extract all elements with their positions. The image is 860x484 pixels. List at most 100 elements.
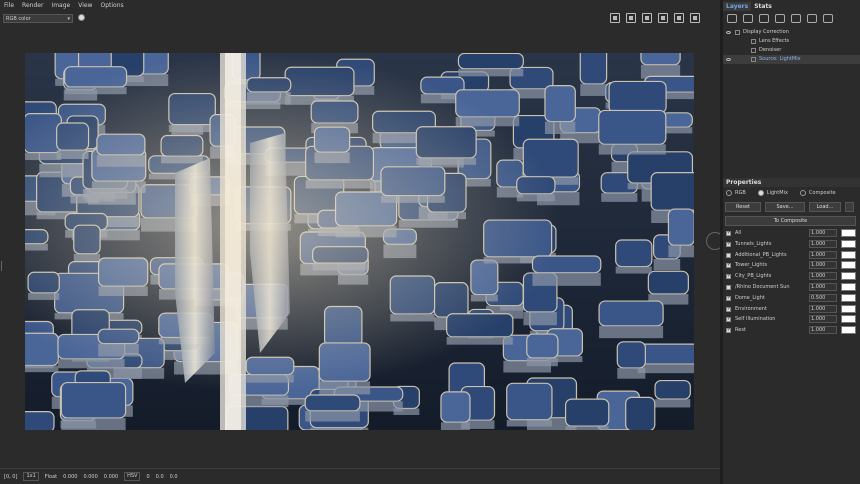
light-row[interactable]: Additional_PB_Lights 1.000: [723, 250, 860, 261]
toolbar: RGB color ▾: [0, 11, 720, 31]
light-color-swatch[interactable]: [841, 326, 856, 335]
light-checkbox[interactable]: [726, 306, 731, 312]
zoom-select[interactable]: 1x1: [23, 472, 39, 481]
light-checkbox[interactable]: [726, 327, 731, 334]
color-mode-select[interactable]: HSV: [124, 472, 141, 481]
light-color-swatch[interactable]: [841, 315, 856, 324]
fit-icon[interactable]: [658, 13, 668, 23]
light-name: Rest: [735, 327, 746, 334]
light-intensity-input[interactable]: 1.000: [809, 272, 837, 281]
rendered-image[interactable]: [25, 53, 694, 430]
light-name: Environment: [735, 305, 767, 312]
light-color-swatch[interactable]: [841, 261, 856, 270]
light-checkbox[interactable]: [726, 295, 731, 301]
light-checkbox[interactable]: [726, 241, 731, 247]
light-row[interactable]: Tower_Lights 1.000: [723, 260, 860, 271]
light-intensity-input[interactable]: 1.000: [809, 315, 837, 324]
lightmix-buttons: Reset Save... Load...: [725, 202, 858, 212]
light-intensity-input[interactable]: 1.000: [809, 229, 837, 237]
radio-lightmix[interactable]: LightMix: [758, 189, 788, 197]
channel-select-value: RGB color: [6, 16, 31, 22]
panel-grip[interactable]: [1, 261, 5, 271]
menu-options[interactable]: Options: [96, 2, 127, 9]
layer-display-correction[interactable]: Display Correction: [723, 28, 860, 37]
light-row[interactable]: Self Illumination 1.000: [723, 314, 860, 325]
light-row[interactable]: /Rhino Document Sun 1.000: [723, 282, 860, 293]
globe-icon[interactable]: [674, 13, 684, 23]
light-list: All1.000Tunnels_Lights1.000Additional_PB…: [723, 228, 860, 336]
options-icon[interactable]: [845, 202, 854, 212]
layer-toolbar: [727, 14, 833, 23]
menu-view[interactable]: View: [74, 2, 96, 9]
light-checkbox[interactable]: [726, 316, 731, 323]
add-layer-icon[interactable]: [743, 14, 753, 23]
to-composite-button[interactable]: To Composite: [725, 216, 856, 226]
tab-stats[interactable]: Stats: [751, 2, 775, 11]
status-bar: [0, 0] 1x1 Float 0.000 0.000 0.000 HSV 0…: [0, 468, 720, 484]
save-all-icon[interactable]: [626, 13, 636, 23]
menu-image[interactable]: Image: [47, 2, 74, 9]
layer-denoiser[interactable]: Denoiser: [723, 46, 860, 55]
reset-button[interactable]: Reset: [725, 202, 761, 212]
region-icon[interactable]: [642, 13, 652, 23]
eye-icon[interactable]: [726, 31, 731, 34]
channel-select[interactable]: RGB color ▾: [3, 14, 73, 23]
light-intensity-input[interactable]: 1.000: [809, 239, 837, 248]
light-color-swatch[interactable]: [841, 239, 856, 248]
light-row[interactable]: Environment 1.000: [723, 304, 860, 315]
light-color-swatch[interactable]: [841, 304, 856, 313]
light-intensity-input[interactable]: 1.000: [809, 261, 837, 270]
light-checkbox[interactable]: [726, 262, 731, 269]
settings-icon[interactable]: [690, 13, 700, 23]
light-name: Self Illumination: [735, 316, 776, 323]
layer-checkbox[interactable]: [751, 57, 756, 62]
layer-checkbox[interactable]: [751, 48, 756, 53]
save-layers-icon[interactable]: [775, 14, 785, 23]
tab-layers[interactable]: Layers: [723, 2, 752, 11]
light-color-swatch[interactable]: [841, 229, 856, 237]
radio-composite[interactable]: Composite: [800, 189, 836, 197]
expand-icon[interactable]: [735, 30, 740, 35]
light-name: /Rhino Document Sun: [735, 283, 790, 290]
light-checkbox[interactable]: [726, 230, 731, 236]
save-button[interactable]: Save...: [765, 202, 805, 212]
menu-render[interactable]: Render: [18, 2, 47, 9]
light-row[interactable]: Dome_Light 0.500: [723, 293, 860, 304]
light-intensity-input[interactable]: 0.500: [809, 293, 837, 302]
load-button[interactable]: Load...: [809, 202, 841, 212]
layer-source-lightmix[interactable]: Source: LightMix: [723, 55, 860, 64]
light-name: All: [735, 230, 742, 236]
light-intensity-input[interactable]: 1.000: [809, 326, 837, 335]
light-checkbox[interactable]: [726, 284, 731, 290]
light-row[interactable]: Tunnels_Lights 1.000: [723, 239, 860, 250]
v-value: 0.0: [169, 473, 178, 480]
frame-buffer-viewport[interactable]: [0, 31, 720, 468]
save-icon[interactable]: [610, 13, 620, 23]
light-intensity-input[interactable]: 1.000: [809, 304, 837, 313]
h-value: 0: [146, 473, 150, 480]
light-row[interactable]: All 1.000: [723, 228, 860, 239]
radio-rgb[interactable]: RGB: [726, 189, 746, 197]
layer-checkbox[interactable]: [751, 39, 756, 44]
layer-lens-effects[interactable]: Lens Effects: [723, 37, 860, 46]
redo-icon[interactable]: [823, 14, 833, 23]
light-color-swatch[interactable]: [841, 272, 856, 281]
coords-readout: [0, 0]: [4, 473, 18, 480]
eye-icon[interactable]: [726, 58, 731, 61]
list-icon[interactable]: [791, 14, 801, 23]
light-row[interactable]: City_PB_Lights 1.000: [723, 271, 860, 282]
light-color-swatch[interactable]: [841, 250, 856, 259]
menu-file[interactable]: File: [0, 2, 18, 9]
undo-icon[interactable]: [807, 14, 817, 23]
s-value: 0.0: [155, 473, 164, 480]
light-checkbox[interactable]: [726, 273, 731, 280]
stack-icon[interactable]: [759, 14, 769, 23]
light-row[interactable]: Rest 1.000: [723, 325, 860, 336]
light-checkbox[interactable]: [726, 252, 731, 258]
light-color-swatch[interactable]: [841, 282, 856, 291]
color-picker-icon[interactable]: [78, 14, 85, 21]
create-layer-icon[interactable]: [727, 14, 737, 23]
light-intensity-input[interactable]: 1.000: [809, 250, 837, 259]
light-color-swatch[interactable]: [841, 293, 856, 302]
light-intensity-input[interactable]: 1.000: [809, 282, 837, 291]
